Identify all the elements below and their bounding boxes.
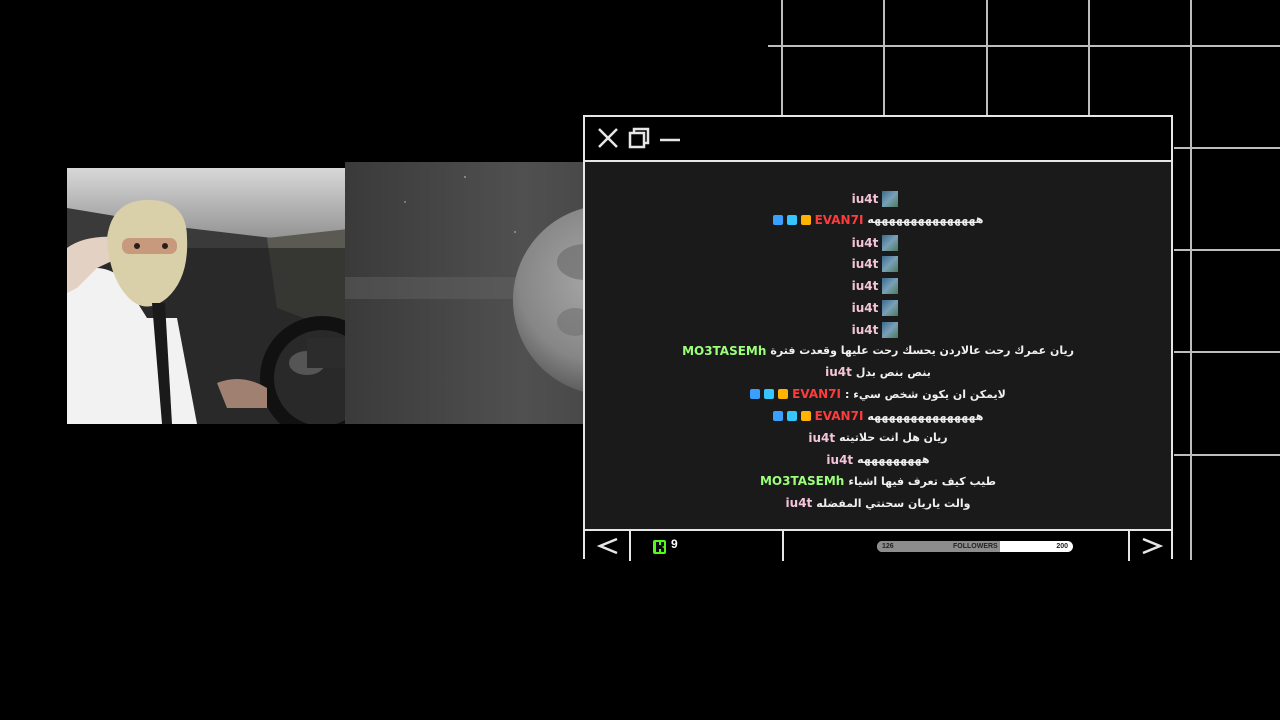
followers-goal: 200: [1056, 543, 1068, 550]
webcam-feed: [67, 168, 357, 424]
chat-message-text: بنص بنص بدل: [855, 365, 931, 379]
chat-message-content: iu4t: [852, 300, 905, 316]
chat-message-text: لايمكن ان يكون شخص سيء :: [844, 387, 1006, 401]
chat-message: iu4t: [585, 256, 1171, 278]
footer-divider: [782, 531, 784, 561]
followers-current: 126: [882, 543, 894, 550]
viewer-count: 9: [671, 537, 678, 551]
chat-message-list: iu4t هههههههههههههههه EVAN7I iu4t iu4t iu4t iu…: [585, 162, 1171, 529]
chat-message: ريان عمرك رحت عالاردن يحسك رحت عليها وقع…: [585, 344, 1171, 366]
chat-username[interactable]: MO3TASEMh: [760, 474, 844, 488]
chat-message-text: هههههههههه: [857, 453, 930, 467]
chat-username[interactable]: iu4t: [825, 365, 852, 379]
chat-username[interactable]: iu4t: [852, 257, 879, 271]
chat-message-content: لايمكن ان يكون شخص سيء : EVAN7I: [750, 387, 1006, 401]
chevron-right-icon[interactable]: [1141, 534, 1164, 562]
emote-icon: [882, 191, 899, 207]
chat-message-content: هههههههههههههههه EVAN7I: [772, 409, 984, 423]
chat-message-content: iu4t: [852, 278, 905, 295]
crown-badge-icon: [778, 389, 789, 400]
pickaxe-badge-icon: [772, 214, 783, 225]
chat-message: بنص بنص بدل iu4t: [585, 365, 1171, 387]
chat-username[interactable]: iu4t: [808, 431, 835, 445]
cube-badge-icon: [786, 214, 797, 225]
chat-message: والت ياريان سحنتي المفضله iu4t: [585, 496, 1171, 518]
chat-message: لايمكن ان يكون شخص سيء : EVAN7I: [585, 387, 1171, 409]
minimize-icon[interactable]: [659, 127, 681, 153]
chat-message: iu4t: [585, 278, 1171, 300]
chat-username[interactable]: iu4t: [852, 279, 879, 293]
webcam-image: [67, 168, 357, 424]
chat-message: ريان هل انت حلاتيته iu4t: [585, 431, 1171, 453]
chat-username[interactable]: iu4t: [852, 323, 879, 337]
chat-message-content: والت ياريان سحنتي المفضله iu4t: [786, 496, 971, 510]
followers-label: FOLLOWERS: [953, 543, 998, 550]
chat-message: هههههههههه iu4t: [585, 453, 1171, 475]
close-icon[interactable]: [597, 127, 619, 153]
chat-username[interactable]: iu4t: [786, 496, 813, 510]
chat-username[interactable]: EVAN7I: [815, 409, 864, 423]
followers-goal-bar: 126 FOLLOWERS 200: [877, 541, 1073, 552]
chat-message-content: iu4t: [852, 321, 905, 338]
chat-username[interactable]: EVAN7I: [815, 213, 864, 227]
crown-badge-icon: [800, 214, 811, 225]
pickaxe-badge-icon: [772, 411, 783, 421]
chat-message-content: هههههههههه iu4t: [826, 453, 929, 467]
kick-logo-icon: [653, 539, 666, 558]
cube-badge-icon: [764, 389, 775, 400]
cube-badge-icon: [786, 411, 797, 421]
chat-message: iu4t: [585, 191, 1171, 213]
chat-username[interactable]: EVAN7I: [792, 387, 841, 401]
chat-message: هههههههههههههههه EVAN7I: [585, 409, 1171, 431]
chevron-left-icon[interactable]: [596, 534, 619, 562]
restore-icon[interactable]: [628, 127, 650, 153]
chat-message-content: iu4t: [852, 234, 905, 251]
chat-username[interactable]: iu4t: [852, 236, 879, 250]
chat-message-text: طيب كيف تعرف فيها اشياء: [848, 474, 997, 488]
chat-message-content: هههههههههههههههه EVAN7I: [772, 213, 984, 227]
emote-icon: [882, 321, 899, 338]
emote-icon: [882, 278, 899, 295]
chat-message-content: iu4t: [852, 191, 905, 207]
emote-icon: [882, 234, 899, 251]
chat-message-content: طيب كيف تعرف فيها اشياء MO3TASEMh: [760, 474, 996, 488]
chat-message: طيب كيف تعرف فيها اشياء MO3TASEMh: [585, 474, 1171, 496]
chat-message-content: ريان عمرك رحت عالاردن يحسك رحت عليها وقع…: [682, 344, 1074, 358]
emote-icon: [882, 300, 899, 316]
chat-message-content: iu4t: [852, 256, 905, 273]
chat-username[interactable]: MO3TASEMh: [682, 344, 766, 358]
chat-message: هههههههههههههههه EVAN7I: [585, 213, 1171, 235]
chat-username[interactable]: iu4t: [852, 301, 879, 315]
chat-username[interactable]: iu4t: [852, 192, 879, 206]
chat-message-content: ريان هل انت حلاتيته iu4t: [808, 431, 947, 445]
chat-message-text: والت ياريان سحنتي المفضله: [816, 496, 971, 510]
chat-message-text: هههههههههههههههه: [867, 213, 984, 227]
chat-message-content: بنص بنص بدل iu4t: [825, 365, 931, 379]
footer-divider: [1128, 531, 1130, 561]
chat-message-text: ريان عمرك رحت عالاردن يحسك رحت عليها وقع…: [770, 344, 1074, 358]
chat-titlebar: [585, 117, 1171, 162]
chat-message-text: ريان هل انت حلاتيته: [839, 431, 948, 445]
chat-footer: 9 126 FOLLOWERS 200: [585, 529, 1171, 561]
chat-window: iu4t هههههههههههههههه EVAN7I iu4t iu4t iu4t iu…: [583, 115, 1173, 561]
emote-icon: [882, 256, 899, 273]
footer-divider: [629, 531, 631, 561]
chat-username[interactable]: iu4t: [826, 453, 853, 467]
chat-message-text: هههههههههههههههه: [867, 409, 984, 423]
crown-badge-icon: [800, 411, 811, 421]
chat-message: iu4t: [585, 234, 1171, 257]
chat-message: iu4t: [585, 321, 1171, 344]
pickaxe-badge-icon: [750, 389, 761, 400]
chat-message: iu4t: [585, 300, 1171, 322]
